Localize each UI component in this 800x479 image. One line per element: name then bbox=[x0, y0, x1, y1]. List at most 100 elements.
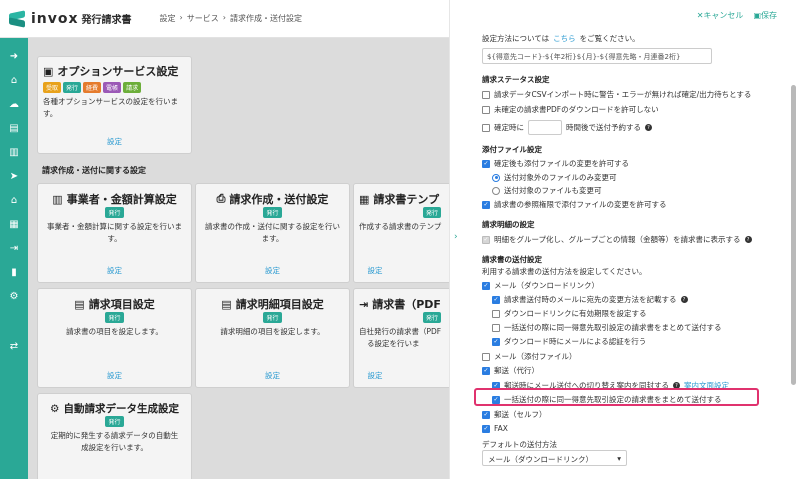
send-post-self[interactable]: ✓ 郵送（セルフ） bbox=[482, 409, 547, 420]
checkbox-checked[interactable]: ✓ bbox=[482, 410, 490, 419]
export-icon[interactable]: ⇥ bbox=[0, 236, 28, 260]
checkbox[interactable] bbox=[482, 90, 490, 99]
highlight-box bbox=[474, 388, 759, 406]
list-icon: ▤ bbox=[74, 297, 85, 311]
status-option-3[interactable]: 確定時に 時間後で送付予約する? bbox=[482, 120, 652, 135]
card-settings-link[interactable]: 設定 bbox=[38, 265, 191, 276]
card-pdf[interactable]: ⇥ 請求書（PDF 発行 自社発行の請求書（PDF る設定を行いま 設定 bbox=[353, 288, 449, 388]
document-icon[interactable]: ▤ bbox=[0, 116, 28, 140]
card-settings-link[interactable]: 設定 bbox=[38, 136, 191, 147]
attach-heading: 添付ファイル設定 bbox=[482, 145, 542, 154]
tag-expense: 経費 bbox=[83, 82, 102, 93]
card-auto-generation[interactable]: ⚙ 自動請求データ生成設定 発行 定期的に発生する請求データの自動生成設定を行いま… bbox=[37, 393, 192, 479]
checkbox[interactable] bbox=[482, 352, 490, 361]
card-title: ⚙ 自動請求データ生成設定 bbox=[50, 402, 179, 416]
checkbox[interactable] bbox=[482, 123, 490, 132]
list-icon: ▤ bbox=[221, 297, 232, 311]
save-button[interactable]: ▣保存 bbox=[753, 10, 777, 21]
attach-radio-2[interactable]: 送付対象のファイルも変更可 bbox=[492, 185, 602, 196]
checkbox[interactable] bbox=[492, 309, 500, 318]
help-icon[interactable]: ? bbox=[744, 236, 752, 243]
panel-divider: › bbox=[449, 0, 465, 479]
building-icon[interactable]: ▦ bbox=[0, 212, 28, 236]
chart-icon[interactable]: ▮ bbox=[0, 260, 28, 284]
send-mail-download[interactable]: ✓ メール（ダウンロードリンク） bbox=[482, 280, 599, 291]
logo-text[interactable]: invox bbox=[31, 11, 79, 27]
home-icon[interactable]: ⌂ bbox=[0, 68, 28, 92]
box-icon: ▣ bbox=[43, 64, 54, 78]
send-fax[interactable]: ✓ FAX bbox=[482, 424, 508, 433]
card-settings-link[interactable]: 設定 bbox=[38, 370, 191, 381]
card-business[interactable]: ▥ 事業者・金額計算設定 発行 事業者・金額計算に関する設定を行います。 設定 bbox=[37, 183, 192, 283]
sidebar: ➜ ⌂ ☁ ▤ ▥ ➤ ⌂ ▦ ⇥ ▮ ⚙ ⇄ bbox=[0, 38, 28, 479]
arrow-right-circle-icon[interactable]: ➜ bbox=[0, 44, 28, 68]
card-title: ⇥ 請求書（PDF bbox=[359, 297, 441, 312]
card-settings-link[interactable]: 設定 bbox=[326, 370, 424, 381]
reference-text: 設定方法については こちら をご覧ください。 bbox=[482, 33, 640, 44]
reference-link[interactable]: こちら bbox=[553, 33, 576, 44]
logo-subtitle: 発行請求書 bbox=[81, 15, 132, 26]
tag-issue: 発行 bbox=[422, 312, 441, 323]
checkbox-checked[interactable]: ✓ bbox=[482, 366, 490, 375]
attach-option-1[interactable]: ✓ 確定後も添付ファイルの変更を許可する bbox=[482, 158, 629, 169]
breadcrumb-service[interactable]: サービス bbox=[187, 13, 219, 24]
checkbox-checked[interactable]: ✓ bbox=[492, 295, 500, 304]
checkbox[interactable] bbox=[492, 323, 500, 332]
detail-heading: 請求明細の設定 bbox=[482, 220, 535, 229]
checkbox-checked[interactable]: ✓ bbox=[492, 337, 500, 346]
detail-option-1: ✓ 明細をグループ化し、グループごとの情報（金額等）を請求書に表示する? bbox=[482, 234, 752, 245]
card-description-2: る設定を行いま bbox=[367, 339, 420, 348]
radio[interactable] bbox=[492, 186, 500, 195]
default-send-select[interactable]: メール（ダウンロードリンク） ▾ bbox=[482, 450, 627, 466]
help-icon[interactable]: ? bbox=[680, 296, 688, 303]
mail-dl-option-2[interactable]: ダウンロードリンクに有効期限を設定する bbox=[492, 308, 647, 319]
breadcrumb-current: 請求作成・送付設定 bbox=[229, 14, 302, 23]
checkbox-checked[interactable]: ✓ bbox=[482, 281, 490, 290]
card-title: ▣ オプションサービス設定 bbox=[43, 64, 179, 79]
chevron-right-icon[interactable]: › bbox=[454, 232, 458, 242]
hours-input[interactable] bbox=[528, 120, 562, 135]
card-description: 事業者・金額計算に関する設定を行います。 bbox=[47, 222, 182, 243]
file-export-icon: ⇥ bbox=[359, 297, 369, 311]
breadcrumb-settings[interactable]: 設定 bbox=[160, 13, 176, 24]
document-icon[interactable]: ▥ bbox=[0, 140, 28, 164]
status-option-1[interactable]: 請求データCSVインポート時に警告・エラーが無ければ確定/出力待ちとする bbox=[482, 89, 751, 100]
status-option-2[interactable]: 未確定の請求書PDFのダウンロードを許可しない bbox=[482, 104, 659, 115]
save-icon: ▣ bbox=[753, 11, 761, 20]
breadcrumb-sep: › bbox=[179, 13, 183, 22]
card-option-service[interactable]: ▣ オプションサービス設定 受取 発行 経費 電帳 請求 各種オプションサービスの… bbox=[37, 56, 192, 154]
mail-dl-option-3[interactable]: 一括送付の際に同一得意先取引設定の請求書をまとめて送付する bbox=[492, 322, 722, 333]
send-post-proxy[interactable]: ✓ 郵送（代行） bbox=[482, 365, 539, 376]
upload-cloud-icon[interactable]: ☁ bbox=[0, 92, 28, 116]
attach-radio-1[interactable]: 送付対象外のファイルのみ変更可 bbox=[492, 172, 617, 183]
bank-icon[interactable]: ⌂ bbox=[0, 188, 28, 212]
send-icon[interactable]: ➤ bbox=[0, 164, 28, 188]
card-title: ▥ 事業者・金額計算設定 bbox=[52, 192, 177, 207]
checkbox-checked[interactable]: ✓ bbox=[482, 200, 490, 209]
settings-main: ▣ オプションサービス設定 受取 発行 経費 電帳 請求 各種オプションサービスの… bbox=[28, 38, 449, 479]
tag-request: 請求 bbox=[123, 82, 142, 93]
mail-dl-option-1[interactable]: ✓ 請求書送付時のメールに宛先の変更方法を記載する? bbox=[492, 294, 688, 305]
scrollbar[interactable] bbox=[791, 85, 796, 385]
tag-receive: 受取 bbox=[43, 82, 62, 93]
card-item[interactable]: ▤ 請求項目設定 発行 請求書の項目を設定します。 設定 bbox=[37, 288, 192, 388]
filename-format-input[interactable]: ${得意先コード}-${年2桁}${月}-${得意先略・月連番2桁} bbox=[482, 48, 712, 64]
card-title: ▦ 請求書テンプ bbox=[359, 192, 440, 207]
help-icon[interactable]: ? bbox=[645, 124, 652, 131]
card-settings-link[interactable]: 設定 bbox=[326, 265, 424, 276]
tag-ebook: 電帳 bbox=[103, 82, 122, 93]
checkbox-checked[interactable]: ✓ bbox=[482, 424, 490, 433]
mail-dl-option-4[interactable]: ✓ ダウンロード時にメールによる認証を行う bbox=[492, 336, 646, 347]
attach-option-2[interactable]: ✓ 請求書の参照権限で添付ファイルの変更を許可する bbox=[482, 199, 667, 210]
transfer-icon[interactable]: ⇄ bbox=[0, 334, 28, 358]
radio-selected[interactable] bbox=[492, 173, 500, 182]
card-description: 請求明細の項目を設定します。 bbox=[220, 327, 325, 336]
checkbox-checked[interactable]: ✓ bbox=[482, 159, 490, 168]
gear-icon[interactable]: ⚙ bbox=[0, 284, 28, 308]
tag-issue: 発行 bbox=[422, 207, 441, 218]
card-template[interactable]: ▦ 請求書テンプ 発行 作成する請求書のテンプ 設定 bbox=[353, 183, 449, 283]
checkbox[interactable] bbox=[482, 105, 490, 114]
send-mail-attachment[interactable]: メール（添付ファイル） bbox=[482, 351, 577, 362]
send-description: 利用する請求書の送付方法を設定してください。 bbox=[482, 267, 647, 276]
cancel-button[interactable]: ✕キャンセル bbox=[697, 10, 744, 21]
